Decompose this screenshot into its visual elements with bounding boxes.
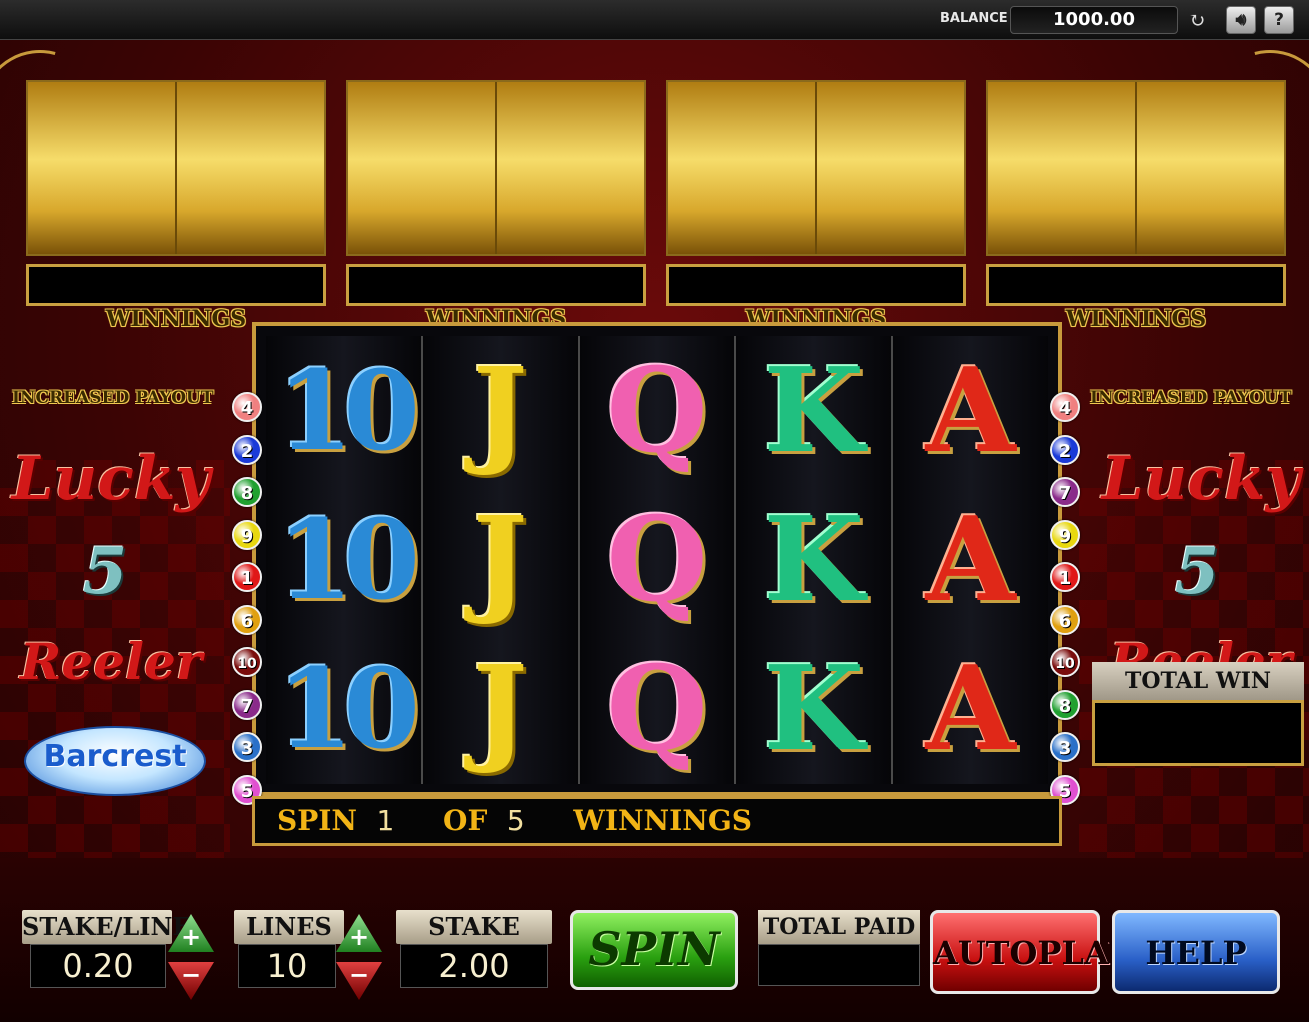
symbol-jack: J [472,491,528,628]
help-button[interactable]: HELP [1112,910,1280,994]
logo-reeler-left: Reeler [19,632,203,691]
bonus-reel [988,82,1137,254]
speaker-icon[interactable]: 🔊︎ [1226,6,1256,34]
stake-label: STAKE [428,912,520,941]
reel-5: A A A [893,336,1048,784]
reel-2: J J J [422,336,580,784]
bonus-reels [986,80,1286,256]
payline-marker[interactable]: 2 [232,434,262,465]
bonus-reel [497,82,644,254]
bonus-winnings-display [986,264,1286,306]
payline-marker[interactable]: 3 [1050,732,1080,762]
payline-marker[interactable]: 4 [1050,392,1080,422]
symbol-king: K [763,491,865,628]
bonus-winnings-display [26,264,326,306]
symbol-jack: J [472,342,528,479]
stake-line-label: STAKE/LINE [22,912,191,941]
payline-marker[interactable]: 7 [1050,477,1080,507]
payline-marker[interactable]: 1 [232,562,262,592]
logo-five-right: 5 [1174,534,1220,609]
payline-marker[interactable]: 6 [232,604,262,635]
bonus-winnings-display [666,264,966,306]
reels: 10 10 10 J J J Q Q Q K K K A A A [266,336,1048,784]
bonus-reel [1137,82,1284,254]
lines-value: 10 [238,944,336,988]
payline-marker[interactable]: 9 [232,519,262,550]
increased-payout-label-right: INCREASED PAYOUT [1090,388,1292,408]
total-paid-label: TOTAL PAID [758,910,920,944]
payline-marker[interactable]: 8 [1050,689,1080,720]
increased-payout-label-left: INCREASED PAYOUT [12,388,214,408]
reel-1: 10 10 10 [266,336,423,784]
balance-label: BALANCE [940,11,1008,26]
payline-marker[interactable]: 3 [232,732,262,762]
bonus-winnings-display [346,264,646,306]
total-win-display [1092,700,1304,766]
logo-five-left: 5 [82,534,128,609]
lines-label: LINES [246,912,332,941]
symbol-ace: A [925,342,1016,479]
symbol-king: K [763,342,865,479]
logo-lucky-left: Lucky [11,444,211,514]
top-bar: BALANCE 1000.00 ↻ 🔊︎ ? [0,0,1309,40]
payline-marker[interactable]: 8 [232,477,262,507]
of-number: 5 [506,804,525,837]
bonus-reel [817,82,964,254]
bonus-reel [177,82,324,254]
question-icon[interactable]: ? [1264,6,1294,34]
symbol-queen: Q [606,641,708,778]
payline-marker[interactable]: 9 [1050,519,1080,550]
bonus-reels [666,80,966,256]
payline-marker[interactable]: 10 [232,647,262,677]
barcrest-logo: Barcrest [24,726,206,796]
symbol-jack: J [472,641,528,778]
spin-number: 1 [376,804,395,837]
symbol-ten: 10 [276,345,420,475]
symbol-queen: Q [606,342,708,479]
bonus-reel [28,82,177,254]
payline-marker[interactable]: 4 [232,392,262,422]
bonus-reels [26,80,326,256]
symbol-ten: 10 [276,644,420,774]
balance-value: 1000.00 [1010,6,1178,34]
spin-button[interactable]: SPIN [570,910,738,990]
bonus-reel [348,82,497,254]
stake-line-value: 0.20 [30,944,166,988]
total-paid-display [758,944,920,986]
total-win-label: TOTAL WIN [1092,662,1304,700]
reel-3: Q Q Q [579,336,737,784]
stake-value: 2.00 [400,944,548,988]
symbol-ten: 10 [276,494,420,624]
payline-marker[interactable]: 2 [1050,434,1080,465]
symbol-ace: A [925,491,1016,628]
autoplay-button[interactable]: AUTOPLAY [930,910,1130,994]
symbol-ace: A [925,641,1016,778]
bonus-reels [346,80,646,256]
reels-frame: 10 10 10 J J J Q Q Q K K K A A A [252,322,1062,796]
symbol-queen: Q [606,491,708,628]
payline-marker[interactable]: 1 [1050,562,1080,592]
spin-info-bar: SPIN 1 OF 5 WINNINGS [252,796,1062,846]
bonus-reel [668,82,817,254]
reel-4: K K K [736,336,894,784]
payline-marker[interactable]: 7 [232,689,262,720]
winnings-word: WINNINGS [573,804,752,837]
of-word: OF [443,804,488,837]
logo-lucky-right: Lucky [1101,444,1301,514]
spin-word: SPIN [277,804,357,837]
payline-marker[interactable]: 6 [1050,604,1080,635]
payline-marker[interactable]: 10 [1050,647,1080,677]
refresh-icon[interactable]: ↻ [1186,9,1208,31]
symbol-king: K [763,641,865,778]
